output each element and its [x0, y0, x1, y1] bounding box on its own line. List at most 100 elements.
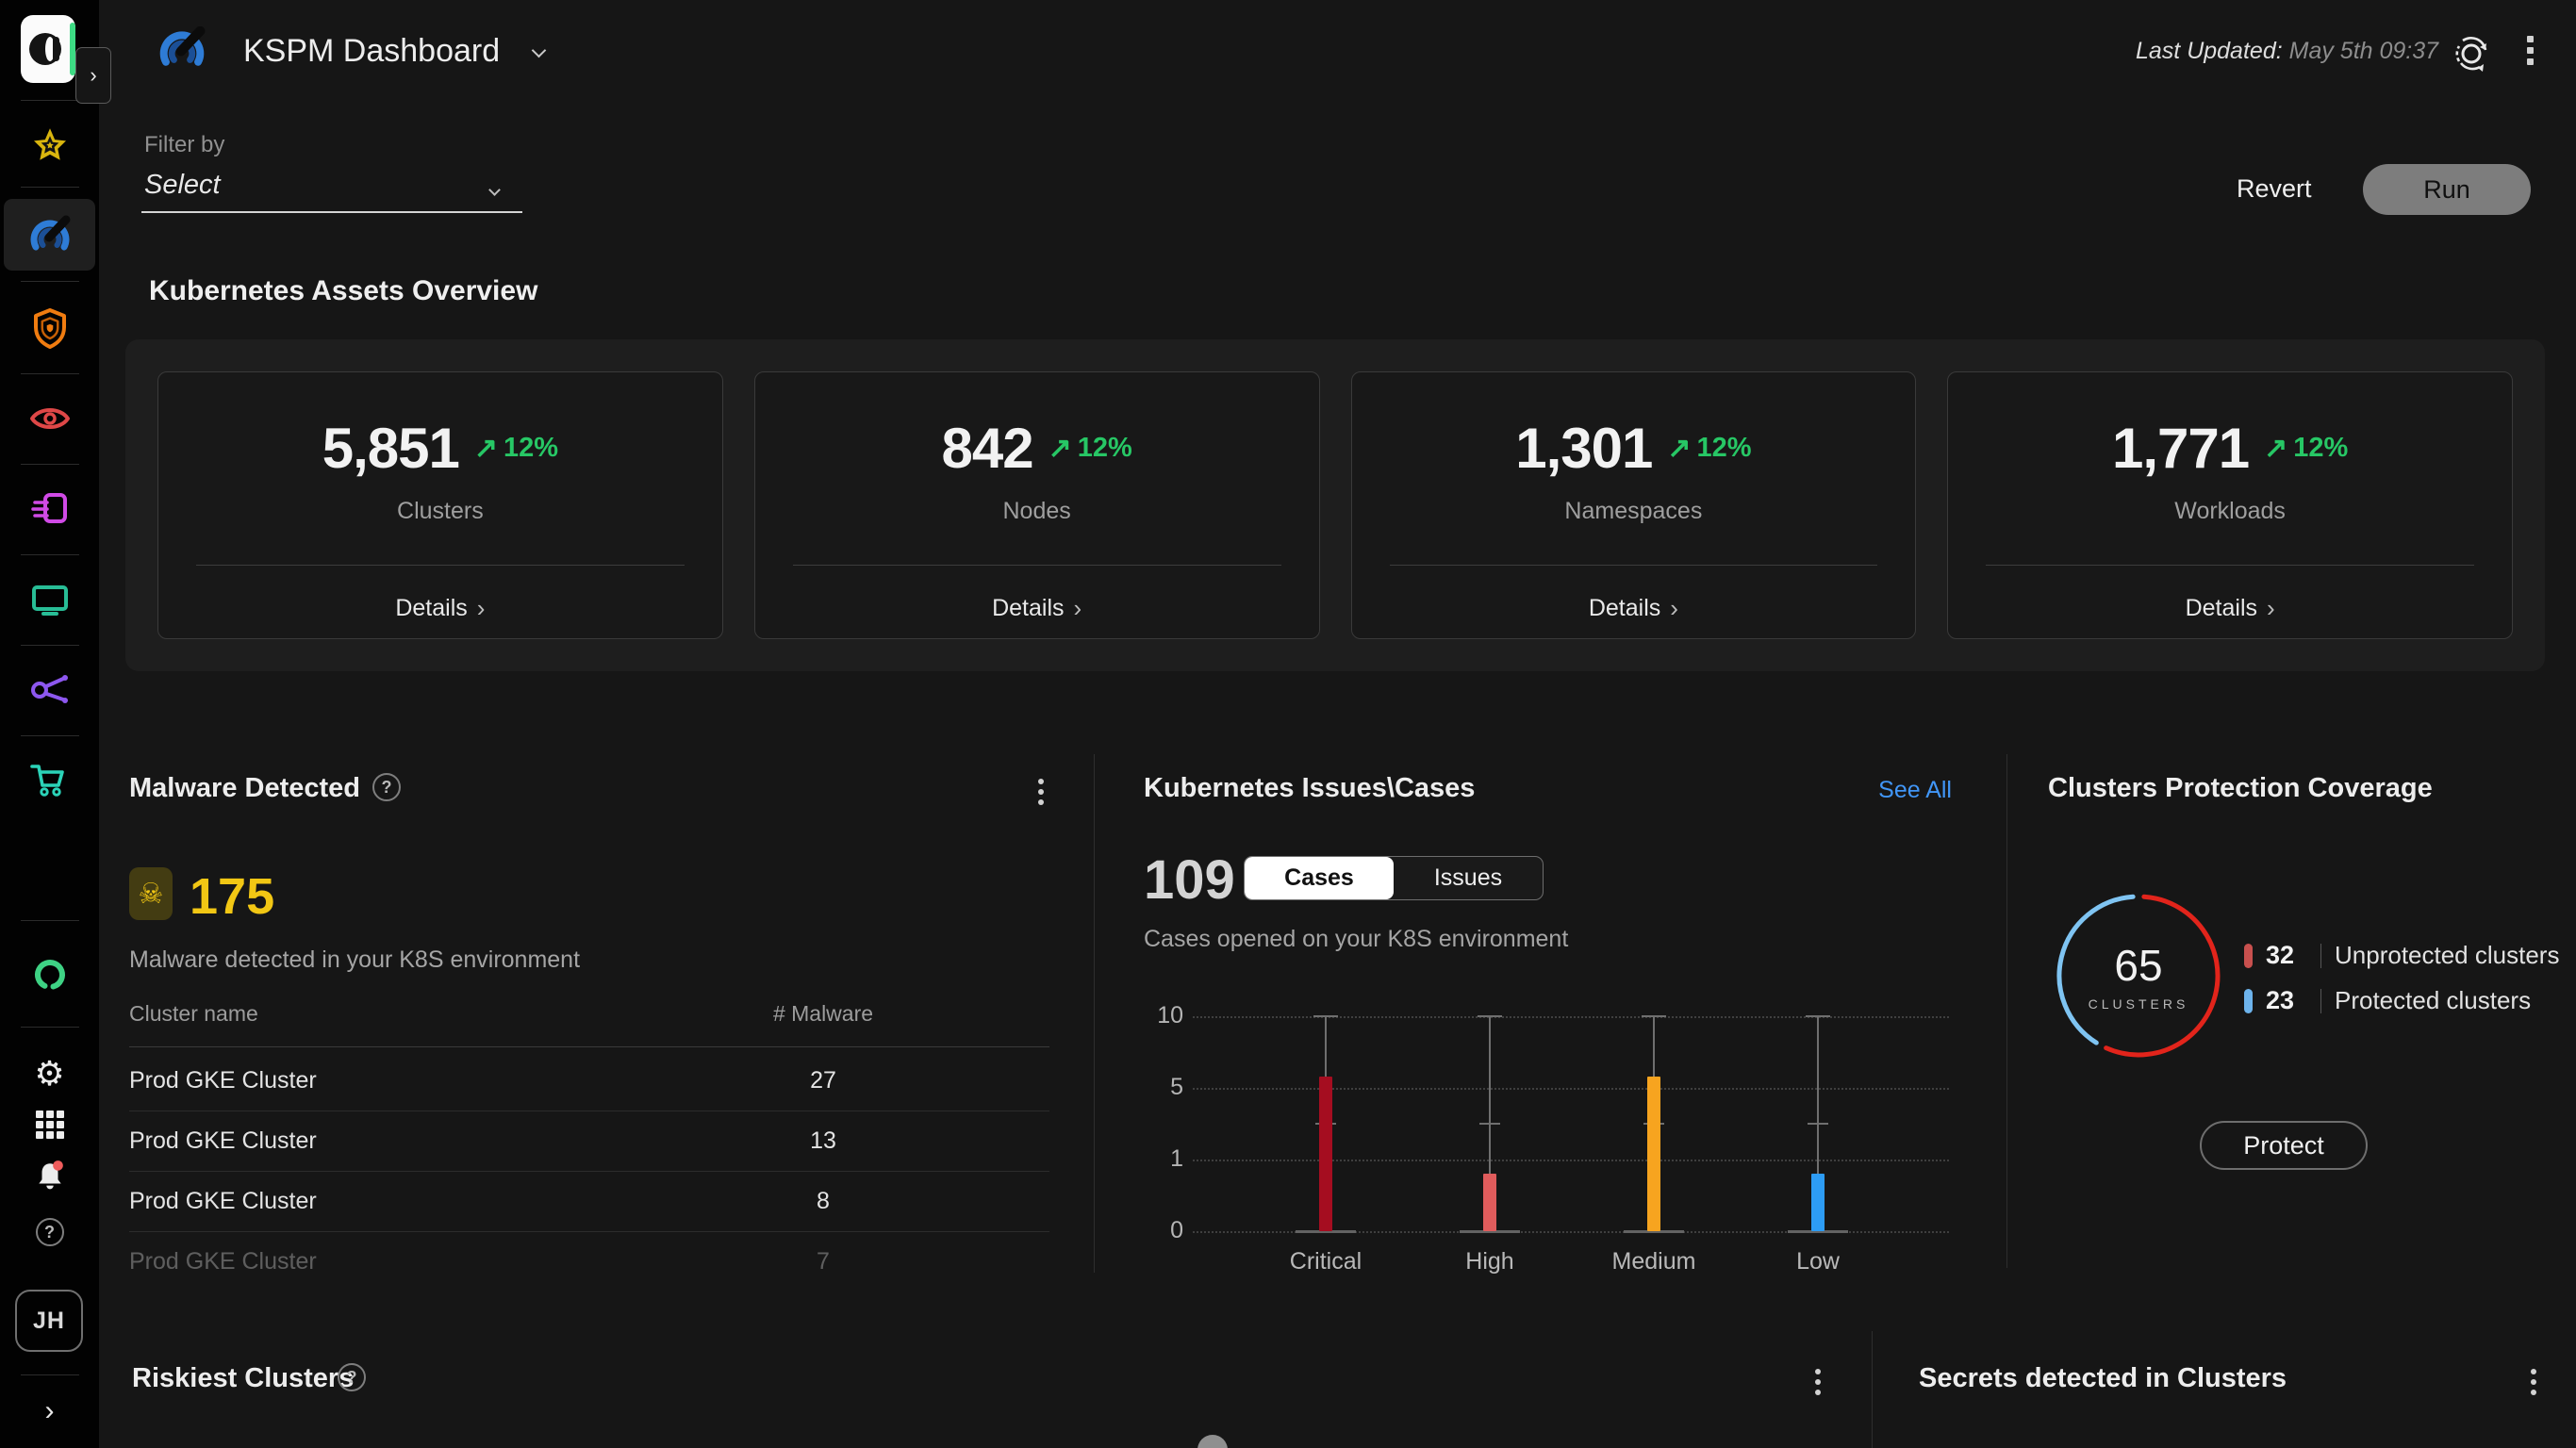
- app-root: ⚙ ? JH › › KSPM Dashboard Last Updated: …: [0, 0, 2576, 1448]
- y-axis-tick-label: 0: [1170, 1217, 1183, 1243]
- orca-logo[interactable]: [21, 15, 75, 83]
- cell-cluster-name: Prod GKE Cluster: [129, 1067, 317, 1094]
- notifications-bell-icon[interactable]: [34, 1160, 66, 1192]
- kpi-card-nodes: 842 ↗ 12% Nodes Details ›: [753, 371, 1320, 639]
- chevron-right-icon: ›: [2267, 594, 2275, 622]
- legend-label: Protected clusters: [2335, 986, 2532, 1014]
- card-divider: [1986, 565, 2474, 566]
- sidebar-item-favorites-star-icon[interactable]: [30, 124, 70, 164]
- kpi-card-namespaces: 1,301 ↗ 12% Namespaces Details ›: [1350, 371, 1917, 639]
- details-link[interactable]: Details ›: [992, 594, 1082, 623]
- card-divider: [792, 565, 1281, 566]
- sidebar-item-eye-icon[interactable]: [29, 403, 71, 434]
- apps-grid-icon[interactable]: [35, 1111, 64, 1139]
- cell-malware-count: 27: [810, 1067, 836, 1094]
- sidebar-divider: [21, 464, 79, 465]
- chart-gridline: [1193, 1088, 1949, 1090]
- cell-cluster-name: Prod GKE Cluster: [129, 1127, 317, 1154]
- section-divider: [1094, 754, 1095, 1273]
- sidebar-item-monitor-icon[interactable]: [29, 583, 71, 617]
- avatar-initials: JH: [33, 1307, 65, 1334]
- riskiest-clusters-title: Riskiest Clusters: [132, 1363, 355, 1393]
- last-updated-value: May 5th 09:37: [2288, 38, 2439, 64]
- kpi-label: Clusters: [397, 498, 484, 524]
- dashboard-gauge-icon: [158, 25, 206, 74]
- sidebar-item-cart-icon[interactable]: [29, 762, 71, 799]
- kpi-label: Namespaces: [1564, 498, 1703, 524]
- settings-gear-icon[interactable]: ⚙: [34, 1054, 64, 1094]
- legend-value: 32: [2266, 941, 2295, 969]
- sidebar-divider: [21, 1027, 79, 1028]
- details-link[interactable]: Details ›: [1589, 594, 1678, 623]
- whisker-top-cap: [1642, 1015, 1666, 1017]
- coverage-section: Clusters Protection Coverage 65 CLUSTERS…: [2042, 728, 2576, 1282]
- scroll-indicator[interactable]: [1197, 1435, 1228, 1448]
- trend-up-icon: ↗: [1048, 433, 1072, 464]
- details-link[interactable]: Details ›: [395, 594, 485, 623]
- sidebar-expand-chevron-icon[interactable]: ›: [45, 1397, 55, 1425]
- last-updated: Last Updated: May 5th 09:37: [2136, 38, 2438, 65]
- card-divider: [1389, 565, 1878, 566]
- run-button[interactable]: Run: [2363, 164, 2531, 215]
- riskiest-kebab-menu-icon[interactable]: [1815, 1369, 1821, 1395]
- protect-button[interactable]: Protect: [2200, 1121, 2368, 1170]
- panel-expand-button[interactable]: ›: [75, 47, 111, 104]
- revert-button[interactable]: Revert: [2237, 174, 2312, 204]
- sidebar-item-orca-ring-icon[interactable]: [31, 956, 69, 994]
- sidebar-divider: [21, 1374, 79, 1375]
- kpi-delta: ↗ 12%: [473, 433, 559, 464]
- secrets-kebab-menu-icon[interactable]: [2531, 1369, 2536, 1395]
- kpi-card-clusters: 5,851 ↗ 12% Clusters Details ›: [157, 371, 723, 639]
- sidebar-item-share-icon[interactable]: [29, 673, 71, 707]
- assets-overview-title: Kubernetes Assets Overview: [149, 275, 538, 306]
- assets-overview-panel: 5,851 ↗ 12% Clusters Details › 842 ↗ 12% No…: [125, 339, 2545, 671]
- chevron-right-icon: ›: [1670, 594, 1678, 622]
- legend-chip-blue: [2244, 988, 2253, 1013]
- kpi-delta: ↗ 12%: [1048, 433, 1132, 464]
- help-icon[interactable]: ?: [35, 1218, 64, 1246]
- legend-unprotected: 32 Unprotected clusters: [2244, 941, 2559, 970]
- title-dropdown-chevron-icon[interactable]: [531, 42, 547, 60]
- donut-unit-label: CLUSTERS: [2088, 996, 2189, 1012]
- kpi-label: Workloads: [2174, 498, 2286, 524]
- severity-bar: [1647, 1076, 1660, 1231]
- filter-select-chevron-icon[interactable]: [488, 182, 501, 199]
- whisker-top-cap: [1478, 1015, 1502, 1017]
- kpi-value: 5,851: [322, 417, 460, 480]
- details-link[interactable]: Details ›: [2186, 594, 2275, 623]
- malware-help-icon[interactable]: ?: [372, 773, 401, 801]
- kpi-delta: ↗ 12%: [2264, 433, 2349, 464]
- severity-bar: [1811, 1174, 1825, 1231]
- riskiest-help-icon[interactable]: ?: [338, 1363, 366, 1391]
- sidebar-item-shield-icon[interactable]: [31, 307, 69, 349]
- card-divider: [196, 565, 685, 566]
- issues-count: 109: [1144, 849, 1235, 911]
- severity-bar-chart: 0 1 5 10 Critical High Medium Low: [1144, 992, 1992, 1286]
- avatar[interactable]: JH: [15, 1290, 83, 1352]
- sidebar-item-kspm-dashboard-icon[interactable]: [4, 199, 95, 271]
- cell-malware-count: 7: [817, 1248, 830, 1275]
- x-axis-category-label: Medium: [1611, 1248, 1696, 1275]
- kpi-value: 1,301: [1515, 417, 1653, 480]
- tab-cases[interactable]: Cases: [1245, 857, 1394, 899]
- kpi-delta: ↗ 12%: [1667, 433, 1752, 464]
- cell-cluster-name: Prod GKE Cluster: [129, 1248, 317, 1275]
- chevron-right-icon: ›: [476, 594, 486, 622]
- see-all-link[interactable]: See All: [1878, 777, 1952, 804]
- sidebar-item-documents-icon[interactable]: [30, 490, 69, 528]
- cell-malware-count: 13: [810, 1127, 836, 1154]
- header-kebab-menu-icon[interactable]: [2527, 36, 2534, 65]
- x-axis-category-label: High: [1465, 1248, 1514, 1275]
- tab-issues[interactable]: Issues: [1394, 857, 1543, 899]
- row-divider: [129, 1171, 1049, 1172]
- x-axis-category-label: Critical: [1289, 1248, 1362, 1275]
- malware-kebab-menu-icon[interactable]: [1038, 779, 1044, 805]
- donut-total: 65: [2114, 941, 2163, 990]
- issues-section: Kubernetes Issues\Cases See All 109 Case…: [1144, 728, 2006, 1001]
- severity-bar: [1319, 1076, 1332, 1231]
- filter-select[interactable]: Select: [144, 170, 221, 201]
- cases-issues-toggle: Cases Issues: [1244, 856, 1544, 900]
- refresh-icon[interactable]: [2450, 32, 2493, 80]
- trend-up-icon: ↗: [2264, 433, 2288, 464]
- issues-subtitle: Cases opened on your K8S environment: [1144, 926, 1569, 952]
